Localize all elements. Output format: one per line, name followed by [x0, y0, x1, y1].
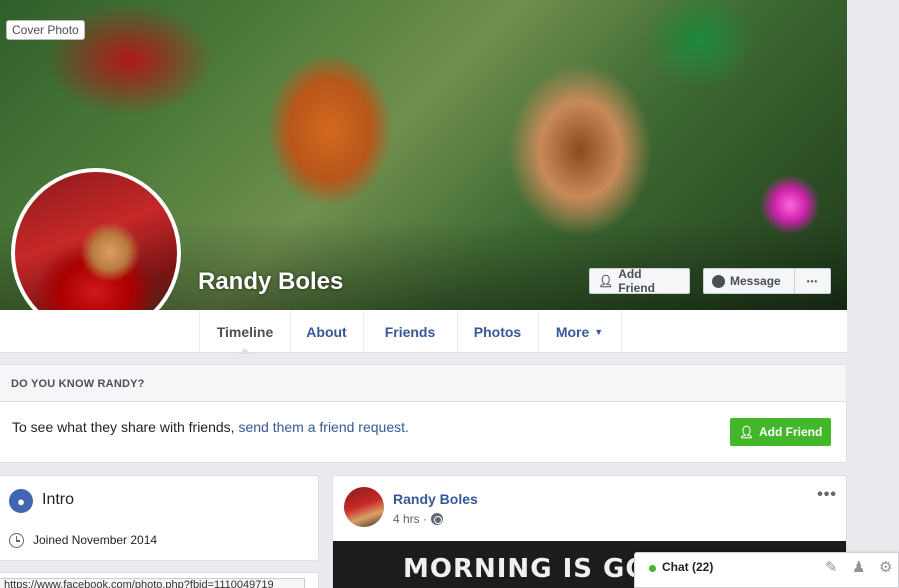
message-button[interactable]: Message [703, 268, 795, 294]
add-friend-button[interactable]: 👤︎ Add Friend [589, 267, 690, 295]
add-friend-label: Add Friend [618, 267, 655, 295]
add-friend-green-button[interactable]: 👤︎ Add Friend [730, 418, 831, 446]
compose-icon[interactable]: ✎ [825, 558, 838, 576]
caret-down-icon: ▼ [594, 326, 604, 337]
profile-nav: Timeline About Friends Photos More ▼ [0, 310, 847, 354]
messenger-icon [712, 274, 725, 288]
globe-icon: ● [9, 489, 33, 513]
public-globe-icon [431, 513, 444, 525]
add-friend-icon: 👤︎ [738, 425, 754, 439]
post-meta: 4 hrs · [393, 512, 444, 526]
post-options-button[interactable]: ••• [817, 486, 837, 504]
cover-photo-label: Cover Photo [6, 20, 85, 40]
tab-timeline[interactable]: Timeline [199, 310, 291, 354]
add-friend-green-label: Add Friend [758, 425, 823, 439]
do-you-know-prompt: To see what they share with friends, [12, 419, 235, 435]
friend-request-link[interactable]: send them a friend request. [238, 419, 408, 435]
tab-more[interactable]: More ▼ [538, 310, 622, 353]
gear-icon[interactable]: ⚙ [879, 558, 892, 576]
tab-friends-label: Friends [384, 323, 436, 340]
chat-label: Chat (22) [662, 560, 714, 574]
do-you-know-heading: DO YOU KNOW RANDY? [0, 365, 846, 402]
tab-photos-label: Photos [473, 323, 522, 340]
online-dot [649, 565, 656, 572]
tab-friends[interactable]: Friends [363, 310, 458, 353]
message-label: Message [730, 274, 781, 288]
tab-timeline-label: Timeline [216, 323, 274, 340]
post-time[interactable]: 4 hrs · [393, 512, 427, 526]
status-bar-url: https://www.facebook.com/photo.php?fbid=… [0, 578, 305, 588]
post-author-avatar[interactable] [344, 487, 384, 527]
tab-about[interactable]: About [290, 310, 364, 353]
do-you-know-box: DO YOU KNOW RANDY? To see what they shar… [0, 364, 847, 463]
post-author-name[interactable]: Randy Boles [393, 491, 478, 507]
post-image-caption: MORNING IS GOD [403, 554, 672, 584]
intro-joined-date: Joined November 2014 [33, 533, 158, 547]
more-options-button[interactable]: ••• [794, 268, 831, 294]
add-friend-icon: 👤︎ [598, 274, 614, 288]
intro-title: Intro [42, 491, 75, 508]
more-dots-icon: ••• [806, 276, 819, 286]
tab-more-label: More [555, 323, 590, 340]
chat-bar[interactable]: Chat (22) ✎ ♟ ⚙ [634, 552, 899, 588]
tab-photos[interactable]: Photos [457, 310, 539, 353]
profile-name[interactable]: Randy Boles [198, 268, 343, 296]
do-you-know-text: To see what they share with friends, sen… [12, 419, 409, 435]
tab-about-label: About [306, 323, 347, 340]
clock-icon [9, 533, 24, 548]
intro-card: ● Intro Joined November 2014 [0, 475, 319, 561]
people-icon[interactable]: ♟ [852, 558, 865, 576]
